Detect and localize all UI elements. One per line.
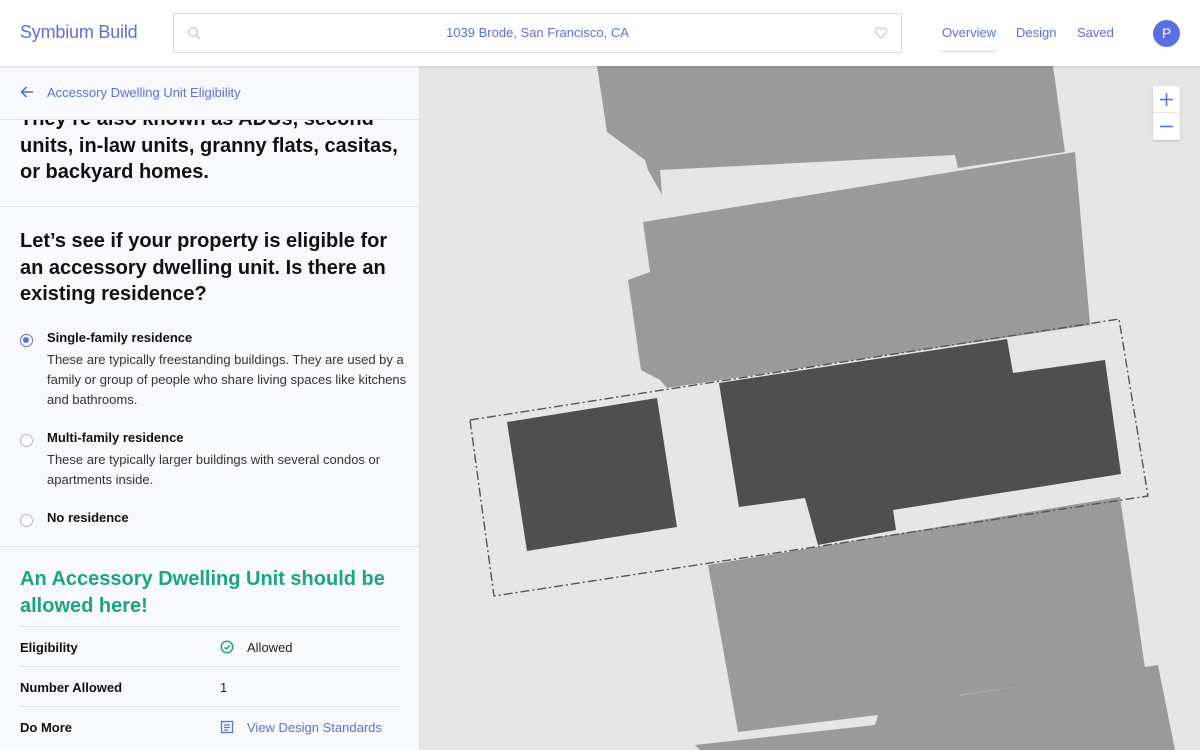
detail-row-number-allowed: Number Allowed 1 (20, 666, 400, 706)
heart-icon[interactable] (874, 26, 888, 40)
zoom-in-button[interactable] (1153, 86, 1180, 113)
detail-value: 1 (220, 680, 228, 695)
radio-button[interactable] (20, 434, 33, 447)
eligibility-sidebar: Accessory Dwelling Unit Eligibility They… (0, 66, 420, 750)
map-canvas[interactable] (420, 66, 1200, 750)
view-design-standards-link[interactable]: View Design Standards (247, 720, 382, 735)
zoom-out-button[interactable] (1153, 113, 1180, 140)
address-search-bar[interactable]: 1039 Brode, San Francisco, CA (173, 13, 902, 53)
radio-button-selected[interactable] (20, 334, 33, 347)
user-avatar[interactable]: P (1153, 20, 1180, 47)
back-bar: Accessory Dwelling Unit Eligibility (0, 66, 419, 120)
detail-row-eligibility: Eligibility Allowed (20, 626, 400, 666)
divider (0, 206, 419, 207)
radio-button[interactable] (20, 514, 33, 527)
top-header: Symbium Build 1039 Brode, San Francisco,… (0, 0, 1200, 66)
divider (0, 546, 419, 547)
detail-row-do-more: Do More View Design Standards (20, 706, 400, 746)
option-title[interactable]: Single-family residence (47, 330, 192, 345)
app-logo[interactable]: Symbium Build (20, 22, 138, 43)
detail-label: Number Allowed (20, 680, 123, 695)
back-link-title[interactable]: Accessory Dwelling Unit Eligibility (47, 85, 241, 100)
nav-saved[interactable]: Saved (1077, 25, 1114, 40)
address-text[interactable]: 1039 Brode, San Francisco, CA (174, 25, 901, 40)
minus-icon (1160, 125, 1173, 128)
option-title[interactable]: Multi-family residence (47, 430, 184, 445)
result-heading: An Accessory Dwelling Unit should be all… (20, 568, 385, 617)
nav-design[interactable]: Design (1016, 25, 1056, 40)
option-title[interactable]: No residence (47, 510, 129, 525)
eligibility-question: Let’s see if your property is eligible f… (20, 230, 388, 305)
detail-label: Do More (20, 720, 72, 735)
option-description: These are typically freestanding buildin… (47, 352, 407, 407)
check-circle-icon (220, 640, 234, 654)
detail-label: Eligibility (20, 640, 78, 655)
property-map[interactable] (420, 66, 1200, 750)
plus-icon (1160, 93, 1173, 106)
subject-building[interactable] (507, 398, 677, 551)
document-icon[interactable] (220, 720, 234, 734)
detail-value: Allowed (247, 640, 293, 655)
zoom-controls (1153, 86, 1180, 140)
nav-overview[interactable]: Overview (942, 25, 997, 52)
back-arrow-icon[interactable] (20, 85, 34, 99)
option-description: These are typically larger buildings wit… (47, 452, 381, 487)
